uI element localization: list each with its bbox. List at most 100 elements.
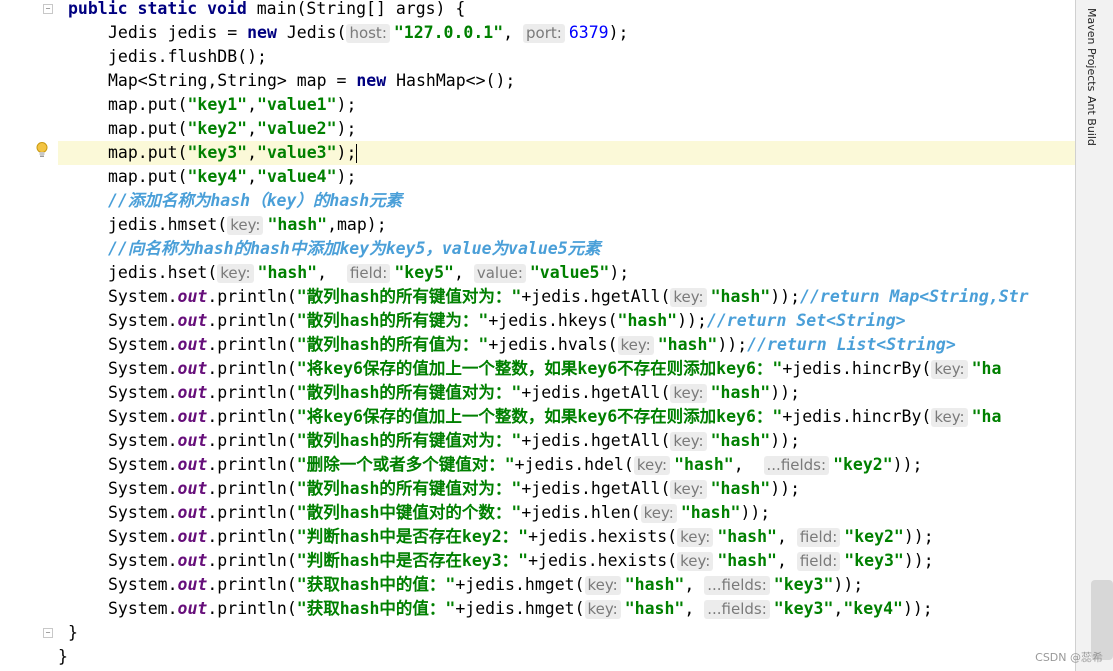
code-text: )); — [717, 335, 748, 354]
code-line: map.put("key2","value2"); — [58, 117, 1075, 141]
code-editor[interactable]: public static void main(String[] args) {… — [58, 0, 1075, 671]
tab-maven-projects[interactable]: Maven Projects — [1085, 8, 1098, 91]
parameter-hint: key: — [584, 576, 621, 595]
code-keyword: public static void — [68, 0, 247, 18]
parameter-hint: port: — [523, 24, 565, 43]
code-line: System.out.println("散列hash的所有键值对为："+jedi… — [58, 285, 1075, 309]
code-text: .println( — [207, 383, 297, 402]
code-string: "key2" — [833, 455, 893, 474]
lightbulb-icon[interactable] — [35, 141, 49, 159]
code-string: "获取hash中的值：" — [296, 575, 456, 594]
code-text: Jedis jedis = — [108, 23, 248, 42]
fold-marker[interactable]: − — [43, 628, 53, 638]
code-string: "hash" — [674, 455, 734, 474]
code-text: map.put( — [108, 143, 188, 162]
code-text: +jedis.hlen( — [521, 503, 641, 522]
code-string: "散列hash的所有键值对为：" — [296, 287, 522, 306]
code-string: "key3" — [844, 551, 904, 570]
code-string: "将key6保存的值加上一个整数，如果key6不存在则添加key6：" — [296, 407, 783, 426]
code-string: "hash" — [267, 215, 328, 234]
code-text: jedis.hset( — [108, 263, 218, 282]
code-string: "ha — [971, 359, 1002, 378]
code-comment: //向名称为hash的hash中添加key为key5，value为value5元… — [108, 239, 601, 258]
code-text: , — [503, 23, 524, 42]
code-string: "ha — [971, 407, 1002, 426]
code-text: map.put( — [108, 119, 188, 138]
code-line: System.out.println("将key6保存的值加上一个整数，如果ke… — [58, 357, 1075, 381]
code-line: System.out.println("散列hash中键值对的个数："+jedi… — [58, 501, 1075, 525]
code-text: , — [247, 167, 258, 186]
code-text: +jedis.hdel( — [514, 455, 634, 474]
code-comment: //return Map<String,Str — [800, 287, 1029, 306]
code-text: System. — [108, 431, 178, 450]
code-text: System. — [108, 551, 178, 570]
code-text: +jedis.hgetAll( — [521, 287, 671, 306]
code-line: } — [58, 621, 1075, 645]
code-field: out — [177, 575, 208, 594]
tab-ant-build[interactable]: Ant Build — [1085, 96, 1098, 146]
code-line: } — [58, 645, 1075, 669]
code-string: "key3" — [773, 575, 834, 594]
code-text: )); — [903, 551, 934, 570]
code-text: )); — [740, 503, 771, 522]
code-string: "判断hash中是否存在key3：" — [296, 551, 529, 570]
code-string: "hash" — [710, 383, 771, 402]
code-field: out — [177, 503, 208, 522]
code-field: out — [177, 527, 208, 546]
parameter-hint: value: — [473, 264, 526, 283]
code-text: .println( — [207, 551, 297, 570]
code-line: Map<String,String> map = new HashMap<>()… — [58, 69, 1075, 93]
code-keyword: new — [247, 23, 277, 42]
code-text: .println( — [207, 407, 297, 426]
code-line: Jedis jedis = new Jedis(host: "127.0.0.1"… — [58, 21, 1075, 45]
code-line: jedis.hset(key: "hash", field: "key5", val… — [58, 261, 1075, 285]
code-line: jedis.hmset(key: "hash",map); — [58, 213, 1075, 237]
code-text: +jedis.hvals( — [488, 335, 618, 354]
code-text: System. — [108, 527, 178, 546]
code-text: .println( — [207, 575, 297, 594]
code-text: System. — [108, 455, 178, 474]
code-text: , — [833, 599, 844, 618]
code-text: .println( — [207, 335, 297, 354]
code-text: System. — [108, 359, 178, 378]
code-string: "散列hash的所有值为：" — [296, 335, 489, 354]
code-string: "key2" — [844, 527, 904, 546]
code-text: .println( — [207, 599, 297, 618]
code-string: "hash" — [624, 599, 685, 618]
code-text: ); — [336, 95, 357, 114]
code-text: jedis.flushDB(); — [108, 47, 267, 66]
code-line: //向名称为hash的hash中添加key为key5，value为value5元… — [58, 237, 1075, 261]
code-text: )); — [903, 527, 934, 546]
code-text: System. — [108, 575, 178, 594]
code-line: jedis.flushDB(); — [58, 45, 1075, 69]
code-field: out — [177, 431, 208, 450]
code-text: )); — [833, 575, 864, 594]
code-text: .println( — [207, 455, 297, 474]
code-text: System. — [108, 287, 178, 306]
code-string: "散列hash的所有键值对为：" — [296, 431, 522, 450]
code-text: +jedis.hgetAll( — [521, 383, 671, 402]
vertical-scrollbar-thumb[interactable] — [1091, 580, 1113, 660]
parameter-hint: key: — [584, 600, 621, 619]
code-field: out — [177, 311, 208, 330]
code-text: +jedis.hincrBy( — [782, 359, 932, 378]
code-text: System. — [108, 503, 178, 522]
code-field: out — [177, 599, 208, 618]
fold-marker[interactable]: − — [43, 4, 53, 14]
code-string: "hash" — [710, 431, 771, 450]
parameter-hint: key: — [677, 528, 714, 547]
code-string: "key1" — [187, 95, 248, 114]
code-field: out — [177, 551, 208, 570]
code-line: System.out.println("删除一个或者多个键值对："+jedis.… — [58, 453, 1075, 477]
code-text: , — [453, 263, 474, 282]
code-text: jedis.hmset( — [108, 215, 228, 234]
code-string: "散列hash的所有键为：" — [296, 311, 489, 330]
code-line: System.out.println("散列hash的所有键值对为："+jedi… — [58, 381, 1075, 405]
code-line: System.out.println("判断hash中是否存在key2："+je… — [58, 525, 1075, 549]
code-string: "散列hash的所有键值对为：" — [296, 479, 522, 498]
code-string: "hash" — [617, 311, 678, 330]
code-text: , — [247, 143, 258, 162]
parameter-hint: field: — [346, 264, 391, 283]
code-number: 6379 — [568, 23, 609, 42]
parameter-hint: key: — [640, 504, 677, 523]
